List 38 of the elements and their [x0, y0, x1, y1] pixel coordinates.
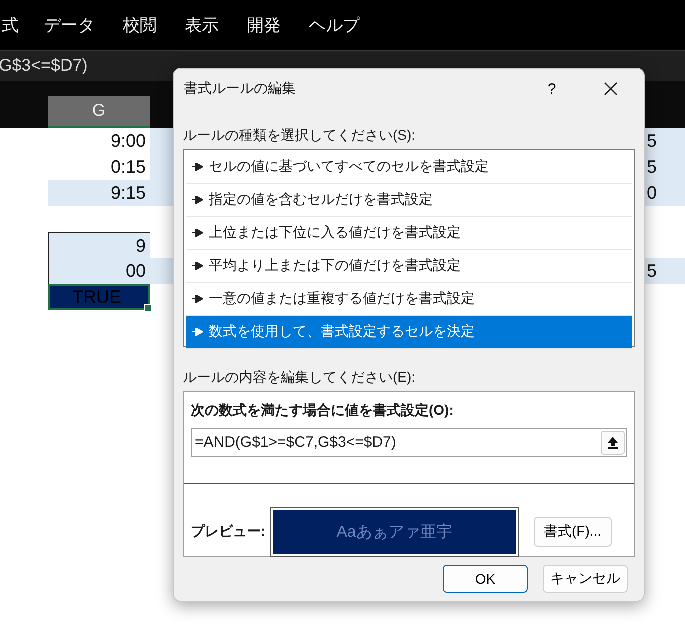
- table-cell: 9: [48, 232, 150, 258]
- ribbon-tab[interactable]: データ: [44, 14, 95, 36]
- rule-type-item[interactable]: 指定の値を含むセルだけを書式設定: [186, 184, 632, 217]
- arrow-icon: [192, 196, 203, 204]
- rule-type-item[interactable]: 上位または下位に入る値だけを書式設定: [186, 217, 632, 250]
- help-button[interactable]: ?: [537, 80, 567, 98]
- column-header[interactable]: G: [48, 96, 150, 128]
- rule-type-item[interactable]: 平均より上または下の値だけを書式設定: [186, 250, 632, 283]
- close-icon: [604, 82, 618, 96]
- arrow-icon: [192, 229, 203, 237]
- preview-sample: Aaあぁアァ亜宇: [336, 522, 452, 542]
- preview-label: プレビュー:: [191, 523, 267, 541]
- rule-content-label: ルールの内容を編集してください(E):: [183, 368, 417, 387]
- formula-text: G$3<=$D7): [0, 56, 88, 76]
- collapse-button[interactable]: [601, 430, 625, 454]
- arrow-icon: [192, 262, 203, 270]
- arrow-icon: [192, 328, 203, 336]
- table-cell-text: 0:15: [110, 156, 147, 179]
- ribbon-tab[interactable]: 表示: [185, 14, 219, 36]
- dialog-title: 書式ルールの編集: [183, 80, 297, 98]
- ribbon-tab[interactable]: ヘルプ: [309, 14, 360, 36]
- table-cell: 00: [48, 258, 150, 284]
- format-button[interactable]: 書式(F)...: [534, 517, 612, 547]
- ribbon-tab[interactable]: 校閲: [123, 14, 157, 36]
- ok-button[interactable]: OK: [443, 565, 528, 593]
- ribbon-tab[interactable]: 開発: [247, 14, 281, 36]
- formula-label: 次の数式を満たす場合に値を書式設定(O):: [191, 402, 455, 420]
- formula-field[interactable]: =AND(G$1>=$C7,G$3<=$D7): [191, 428, 627, 457]
- upload-icon: [608, 436, 618, 448]
- cancel-button[interactable]: キャンセル: [543, 565, 628, 593]
- rule-type-label: ルールの種類を選択してください(S):: [183, 126, 417, 145]
- rule-type-item[interactable]: セルの値に基づいてすべてのセルを書式設定: [186, 151, 632, 184]
- rule-type-item[interactable]: 数式を使用して、書式設定するセルを決定: [186, 316, 632, 349]
- arrow-icon: [192, 295, 203, 303]
- table-cell: 9:15: [48, 180, 150, 206]
- ribbon-tab[interactable]: 式: [2, 14, 19, 36]
- table-cell-text: 9:00: [110, 130, 147, 153]
- arrow-icon: [192, 163, 203, 171]
